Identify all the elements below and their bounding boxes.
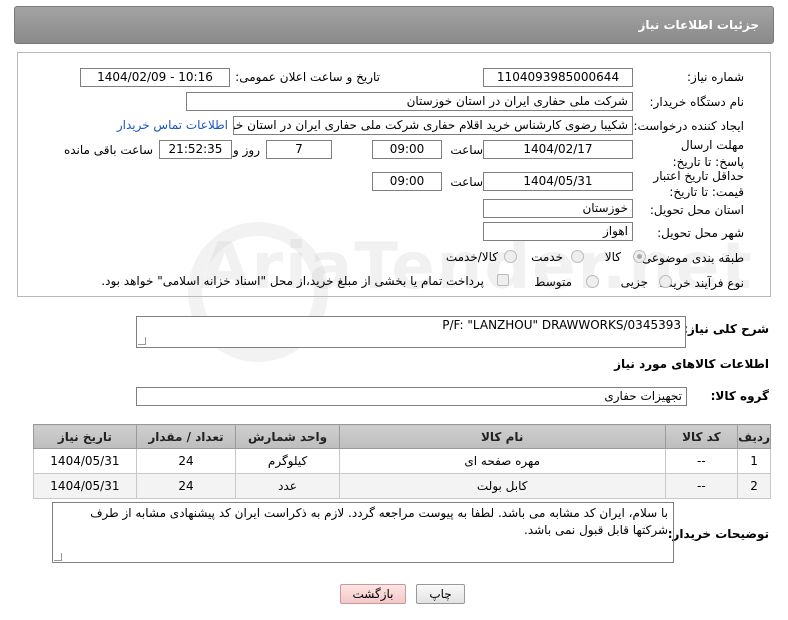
buyer-field: شرکت ملی حفاری ایران در استان خوزستان <box>186 92 633 111</box>
description-text: P/F: "LANZHOU" DRAWWORKS/0345393 <box>442 318 681 332</box>
cell-unit: کیلوگرم <box>235 448 340 474</box>
buyer-notes-text: با سلام، ایران کد مشابه می باشد. لطفا به… <box>90 506 668 537</box>
cell-row-number: 1 <box>737 448 771 474</box>
table-row: 1 -- مهره صفحه ای کیلوگرم 24 1404/05/31 <box>33 448 771 474</box>
description-label: شرح کلی نیاز: <box>683 322 769 336</box>
process-radio-medium[interactable] <box>586 275 599 288</box>
city-label: شهر محل تحویل: <box>657 226 744 240</box>
price-time-label: ساعت <box>450 175 483 189</box>
category-option-goods-service: کالا/خدمت <box>445 250 498 264</box>
process-option-medium: متوسط <box>534 275 572 289</box>
process-label: نوع فرآیند خرید : <box>659 276 744 290</box>
goods-group-label: گروه کالا: <box>710 389 769 403</box>
cell-row-number: 2 <box>737 473 771 499</box>
cell-quantity: 24 <box>135 473 237 499</box>
cell-item-name: کابل بولت <box>338 473 666 499</box>
category-radio-service[interactable] <box>571 250 584 263</box>
price-date-field: 1404/05/31 <box>483 172 633 191</box>
buyer-contact-link[interactable]: اطلاعات تماس خریدار <box>117 118 228 132</box>
category-radio-goods-service[interactable] <box>504 250 517 263</box>
cell-item-code: -- <box>664 448 739 474</box>
cell-item-name: مهره صفحه ای <box>338 448 666 474</box>
col-quantity: تعداد / مقدار <box>135 424 237 449</box>
treasury-payment-note: پرداخت تمام یا بخشی از مبلغ خرید،از محل … <box>101 274 484 288</box>
reply-deadline-label: مهلت ارسال پاسخ: تا تاریخ: <box>672 138 744 169</box>
process-option-minor: جزیی <box>620 275 648 289</box>
buyer-label: نام دستگاه خریدار: <box>649 95 745 109</box>
creator-field: شکیبا رضوی کارشناس خرید اقلام حفاری شرکت… <box>233 116 633 135</box>
remaining-time-label: ساعت باقی مانده <box>63 143 153 157</box>
need-number-label: شماره نیاز: <box>687 70 744 84</box>
category-radio-goods[interactable] <box>633 250 646 263</box>
resize-handle-icon[interactable] <box>138 337 146 345</box>
page-header: جزئیات اطلاعات نیاز <box>14 6 774 44</box>
reply-days-field: 7 <box>266 140 332 159</box>
goods-table: ردیف کد کالا نام کالا واحد شمارش تعداد /… <box>33 424 771 499</box>
creator-label: ایجاد کننده درخواست: <box>633 119 744 133</box>
print-button[interactable]: چاپ <box>416 584 465 604</box>
description-textarea: P/F: "LANZHOU" DRAWWORKS/0345393 <box>136 316 686 348</box>
cell-item-code: -- <box>664 473 739 499</box>
col-row-number: ردیف <box>737 424 771 449</box>
page-title: جزئیات اطلاعات نیاز <box>638 18 759 32</box>
treasury-payment-checkbox[interactable] <box>497 274 509 286</box>
price-deadline-label: حداقل تاریخ اعتبار قیمت: تا تاریخ: <box>653 169 744 199</box>
reply-time-label: ساعت <box>450 143 483 157</box>
goods-group-field: تجهیزات حفاری <box>136 387 687 406</box>
category-option-service: خدمت <box>531 250 563 264</box>
buyer-notes-label: توضیحات خریدار: <box>667 527 769 541</box>
category-option-goods: کالا <box>604 250 621 264</box>
goods-section-title: اطلاعات کالاهای مورد نیاز <box>614 357 769 371</box>
cell-need-date: 1404/05/31 <box>33 473 137 499</box>
city-field: اهواز <box>483 222 633 241</box>
need-number-field: 1104093985000644 <box>483 68 633 87</box>
table-row: 2 -- کابل بولت عدد 24 1404/05/31 <box>33 473 771 499</box>
cell-quantity: 24 <box>135 448 237 474</box>
cell-unit: عدد <box>235 473 340 499</box>
price-time-field: 09:00 <box>372 172 442 191</box>
back-button[interactable]: بازگشت <box>340 584 406 604</box>
announce-label: تاریخ و ساعت اعلان عمومی: <box>235 70 380 84</box>
province-label: استان محل تحویل: <box>649 203 744 217</box>
reply-date-field: 1404/02/17 <box>483 140 633 159</box>
process-radio-minor[interactable] <box>659 275 672 288</box>
col-item-code: کد کالا <box>664 424 739 449</box>
notes-resize-handle-icon[interactable] <box>54 553 62 561</box>
announce-field: 1404/02/09 - 10:16 <box>80 68 230 87</box>
col-item-name: نام کالا <box>338 424 666 449</box>
cell-need-date: 1404/05/31 <box>33 448 137 474</box>
province-field: خوزستان <box>483 199 633 218</box>
remaining-time-field: 21:52:35 <box>159 140 232 159</box>
col-unit: واحد شمارش <box>235 424 340 449</box>
col-need-date: تاریخ نیاز <box>33 424 137 449</box>
table-header-row: ردیف کد کالا نام کالا واحد شمارش تعداد /… <box>33 424 771 449</box>
category-label: طبقه بندی موضوعی: <box>637 251 744 265</box>
reply-time-field: 09:00 <box>372 140 442 159</box>
buyer-notes-textarea: با سلام، ایران کد مشابه می باشد. لطفا به… <box>52 502 674 563</box>
reply-days-label: روز و <box>233 143 260 157</box>
